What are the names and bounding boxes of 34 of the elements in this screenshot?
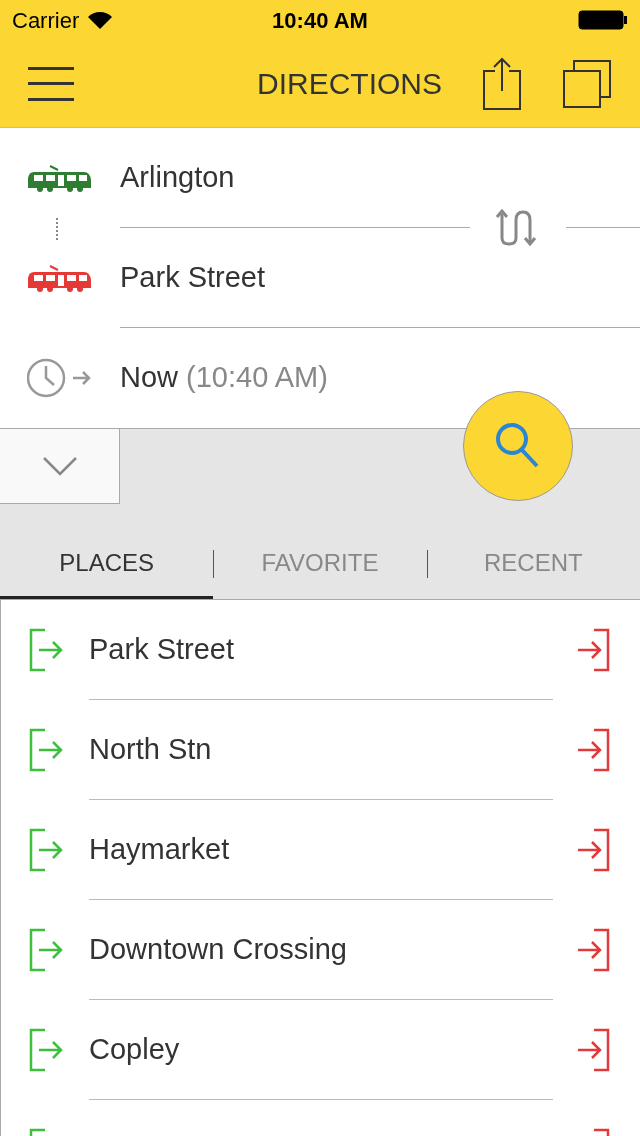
copy-icon[interactable] — [562, 58, 612, 109]
expand-button[interactable] — [0, 429, 120, 504]
wifi-icon — [87, 10, 114, 30]
origin-field[interactable]: Arlington — [120, 155, 235, 200]
place-name[interactable]: Downtown Crossing — [89, 928, 347, 972]
chevron-down-icon — [41, 456, 78, 476]
place-name[interactable]: North Stn — [89, 728, 212, 772]
enter-icon[interactable] — [29, 828, 65, 872]
destination-field[interactable]: Park Street — [120, 255, 266, 300]
exit-icon[interactable] — [576, 828, 612, 872]
enter-icon[interactable] — [29, 928, 65, 972]
destination-tram-icon — [28, 264, 92, 292]
exit-icon[interactable] — [576, 728, 612, 772]
menu-button[interactable] — [28, 66, 74, 101]
search-icon — [495, 422, 541, 470]
clock-arrow-icon — [27, 358, 93, 398]
place-name[interactable]: Copley — [89, 1028, 180, 1072]
exit-icon[interactable] — [576, 628, 612, 672]
place-name[interactable]: Haymarket — [89, 828, 230, 872]
status-time: 10:40 AM — [272, 6, 368, 35]
carrier-label: Carrier — [12, 6, 80, 35]
share-icon[interactable] — [482, 56, 522, 111]
exit-icon[interactable] — [576, 1028, 612, 1072]
place-name[interactable]: Park Street — [89, 628, 235, 672]
tab[interactable]: PLACES — [0, 530, 214, 599]
swap-icon[interactable] — [496, 208, 538, 246]
battery-icon — [578, 10, 628, 30]
enter-icon[interactable] — [29, 1028, 65, 1072]
origin-tram-icon — [28, 164, 92, 192]
enter-icon[interactable] — [29, 728, 65, 772]
exit-icon[interactable] — [576, 928, 612, 972]
departure-time[interactable]: Now (10:40 AM) — [120, 356, 328, 400]
enter-icon[interactable] — [29, 628, 65, 672]
page-title: DIRECTIONS — [257, 66, 442, 102]
